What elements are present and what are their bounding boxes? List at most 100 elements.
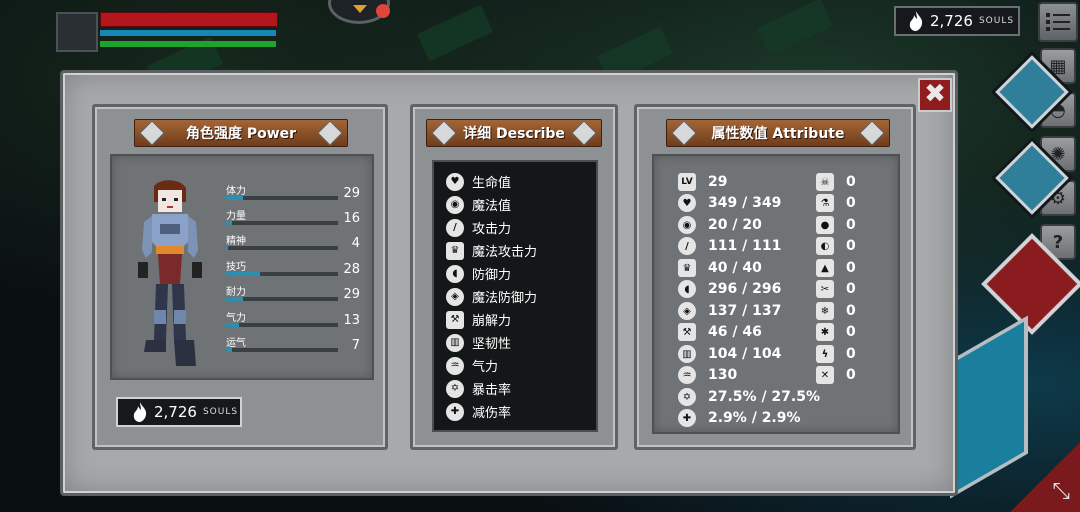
ice-icon: ✱: [816, 323, 834, 341]
attribute-row: ⚒ 46 / 46: [678, 323, 762, 341]
resistance-value: 0: [846, 324, 856, 340]
stat-bar: [226, 348, 338, 352]
resistance-value: 0: [846, 281, 856, 297]
sword-icon: /: [678, 237, 696, 255]
gem-icon: [317, 120, 343, 146]
flame-icon: [133, 402, 147, 422]
close-button[interactable]: ✖: [918, 78, 952, 112]
attribute-row: ◈ 137 / 137: [678, 302, 781, 320]
gem-icon: [431, 120, 457, 146]
describe-item-label: 魔法防御力: [472, 291, 538, 306]
lightning-icon: ϟ: [816, 345, 834, 363]
stat-value: 29: [343, 186, 360, 201]
attribute-row: LV 29: [678, 173, 727, 191]
describe-item-label: 崩解力: [472, 314, 512, 329]
describe-item-label: 气力: [472, 360, 499, 375]
resistance-value: 0: [846, 217, 856, 233]
describe-item: ▥ 坚韧性: [446, 333, 511, 352]
gem-icon: [139, 120, 165, 146]
describe-item-label: 暴击率: [472, 383, 512, 398]
describe-item: ◈ 魔法防御力: [446, 287, 537, 306]
stat-bar: [226, 323, 338, 327]
resistance-row: ✂ 0: [816, 280, 856, 298]
menu-list-icon: [1046, 13, 1070, 31]
attribute-row: ▥ 104 / 104: [678, 345, 781, 363]
notification-dot: [376, 4, 390, 18]
stat-strength-row: 体力 29: [226, 182, 366, 201]
main-menu-button[interactable]: [1038, 2, 1078, 42]
flame-icon: [909, 11, 923, 31]
stat-value: 4: [351, 236, 360, 251]
souls-value: 2,726: [930, 12, 973, 30]
resistance-value: 0: [846, 346, 856, 362]
hammer-icon: ⚒: [678, 323, 696, 341]
lungs-icon: ♒: [446, 356, 464, 375]
stat-power-row: 力量 16: [226, 207, 366, 226]
stamina-bar: [100, 41, 276, 47]
stab-icon: ✕: [816, 366, 834, 384]
mana-bar: [100, 30, 276, 36]
resistance-row: ❄ 0: [816, 302, 856, 320]
attribute-row: ✡ 27.5% / 27.5%: [678, 388, 820, 406]
stat-value: 29: [343, 287, 360, 302]
describe-item: ◖ 防御力: [446, 264, 511, 283]
attribute-value: 20 / 20: [708, 217, 762, 233]
fullscreen-corner[interactable]: ⤡: [1010, 442, 1080, 512]
stat-value: 7: [351, 338, 360, 353]
water-drop-icon: ●: [816, 216, 834, 234]
expand-icon: ⤡: [1052, 479, 1070, 504]
describe-item: ✡ 暴击率: [446, 379, 511, 398]
describe-item-label: 攻击力: [472, 222, 512, 237]
stat-endurance-row: 耐力 29: [226, 283, 366, 302]
attribute-value: 130: [708, 367, 738, 383]
attribute-row: ✚ 2.9% / 2.9%: [678, 409, 801, 427]
souls-unit: SOULS: [202, 407, 239, 417]
describe-title: 详细 Describe: [426, 119, 602, 147]
attribute-row: ◉ 20 / 20: [678, 216, 762, 234]
lungs-icon: ♒: [678, 366, 696, 384]
player-portrait[interactable]: [56, 12, 98, 52]
brain-icon: ◉: [678, 216, 696, 234]
brain-icon: ◉: [446, 195, 464, 214]
stat-bar-fill: [226, 297, 243, 301]
stat-label: 精神: [226, 236, 246, 247]
gem-icon: [671, 120, 697, 146]
helmet-icon: ▥: [678, 345, 696, 363]
souls-value: 2,726: [154, 403, 197, 421]
attribute-row: ◖ 296 / 296: [678, 280, 781, 298]
stat-spirit-row: 精神 4: [226, 232, 366, 251]
poison-icon: ⚗: [816, 194, 834, 212]
attribute-row: / 111 / 111: [678, 237, 781, 255]
stat-bar-fill: [226, 323, 240, 327]
stat-value: 16: [343, 211, 360, 226]
helmet-icon: ▥: [446, 333, 464, 352]
stat-bar: [226, 272, 338, 276]
stat-vigor-row: 气力 13: [226, 309, 366, 328]
souls-counter: 2,726 SOULS: [894, 6, 1020, 36]
attribute-value: 46 / 46: [708, 324, 762, 340]
gem-icon: [859, 120, 885, 146]
heart-icon: ♥: [446, 172, 464, 191]
resistance-row: ϟ0: [816, 345, 856, 363]
badge-shield-icon: ✚: [678, 409, 696, 427]
leaf-decoration: [416, 4, 494, 62]
resistance-value: 0: [846, 174, 856, 190]
heart-icon: ♥: [678, 194, 696, 212]
describe-item: ✚ 减伤率: [446, 402, 511, 421]
shield-icon: ◖: [446, 264, 464, 283]
star-burst-icon: ✡: [678, 388, 696, 406]
attribute-value: 137 / 137: [708, 303, 782, 319]
stat-bar-fill: [226, 246, 229, 250]
describe-item-label: 生命值: [472, 176, 512, 191]
stat-bar: [226, 196, 338, 200]
describe-item: ♒ 气力: [446, 356, 498, 375]
resistance-row: ● 0: [816, 216, 856, 234]
resistance-value: 0: [846, 195, 856, 211]
attribute-title-text: 属性数值 Attribute: [711, 126, 845, 142]
badge-shield-icon: ✚: [446, 402, 464, 421]
stat-bar: [226, 221, 338, 225]
resistance-row: ▲ 0: [816, 259, 856, 277]
resistance-row: ⚗ 0: [816, 194, 856, 212]
magic-shield-icon: ◈: [446, 287, 464, 306]
level-icon: LV: [678, 173, 696, 191]
